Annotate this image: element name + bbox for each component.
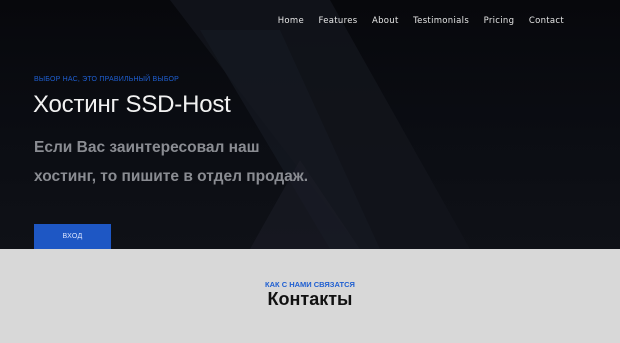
top-navigation: Home Features About Testimonials Pricing…: [263, 16, 564, 26]
hero-background-graphic: [170, 0, 470, 249]
contacts-section: КАК С НАМИ СВЯЗАТСЯ Контакты: [0, 249, 620, 343]
nav-link-contact[interactable]: Contact: [529, 16, 564, 26]
hero-eyebrow: ВЫБОР НАС, ЭТО ПРАВИЛЬНЫЙ ВЫБОР: [34, 76, 180, 83]
hero-section: Home Features About Testimonials Pricing…: [0, 0, 620, 249]
hero-title: Хостинг SSD-Host: [33, 91, 231, 118]
nav-link-pricing[interactable]: Pricing: [484, 16, 515, 26]
hero-description: Если Вас заинтересовал наш хостинг, то п…: [34, 139, 309, 185]
login-button[interactable]: ВХОД: [34, 224, 111, 249]
nav-link-about[interactable]: About: [372, 16, 399, 26]
nav-link-testimonials[interactable]: Testimonials: [413, 16, 469, 26]
contacts-title: Контакты: [267, 289, 353, 309]
nav-link-home[interactable]: Home: [278, 16, 304, 26]
contacts-eyebrow: КАК С НАМИ СВЯЗАТСЯ: [265, 280, 355, 289]
nav-link-features[interactable]: Features: [319, 16, 358, 26]
